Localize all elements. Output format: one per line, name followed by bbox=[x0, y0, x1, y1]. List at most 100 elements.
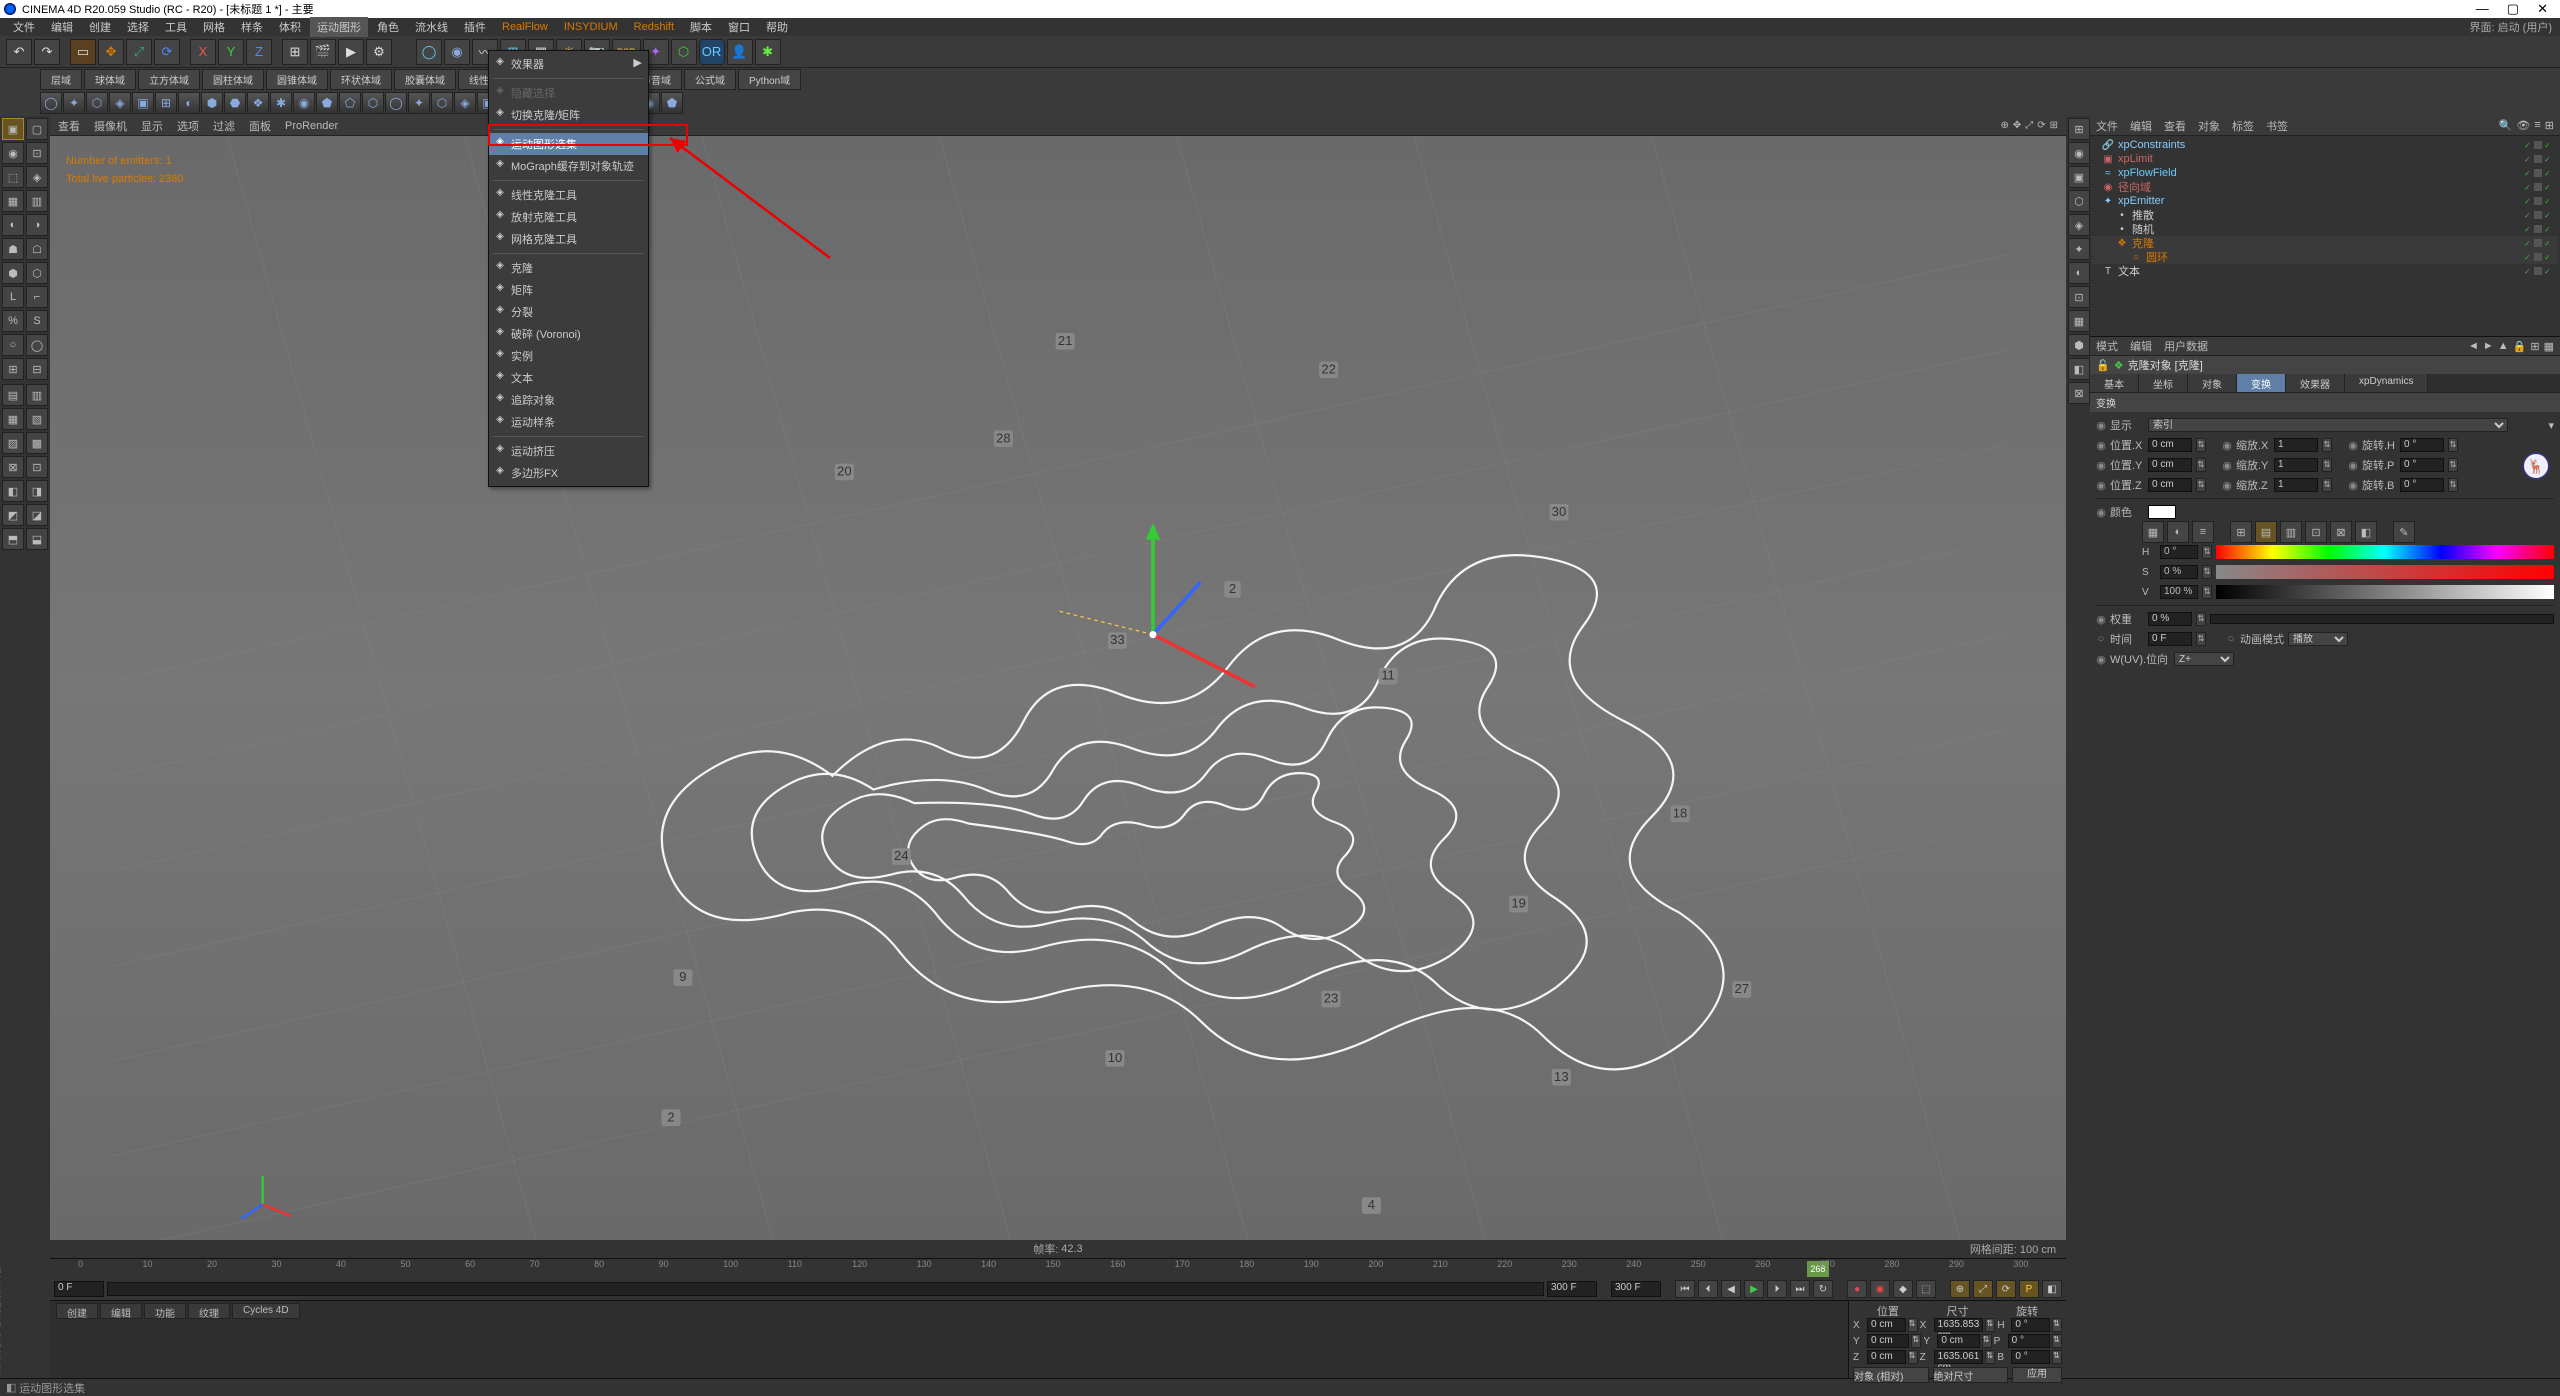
left-tool-1-0[interactable]: ◉ bbox=[2, 142, 24, 164]
xparticles-button[interactable]: ✱ bbox=[755, 39, 781, 65]
timeline-start-field[interactable]: 0 F bbox=[54, 1281, 104, 1297]
field-tab-圆锥体域[interactable]: 圆锥体域 bbox=[266, 69, 328, 90]
right-tool-strip[interactable]: ⊞◉▣⬡◈✦◐⊡▦⬢◧⊠ bbox=[2066, 116, 2090, 1378]
field-tab-公式域[interactable]: 公式域 bbox=[684, 69, 736, 90]
menu-item-文件[interactable]: 文件 bbox=[6, 17, 42, 37]
material-tab-编辑[interactable]: 编辑 bbox=[100, 1303, 142, 1319]
coord-size-X[interactable]: 1635.853 cm bbox=[1934, 1318, 1984, 1332]
viewport-menubar[interactable]: 查看摄像机显示选项过滤面板ProRender ⊕ ✥ ⤢ ⟳ ⊞ bbox=[50, 116, 2066, 136]
left-tool-14-0[interactable]: ▨ bbox=[2, 432, 24, 454]
shelf-icon-1[interactable]: ✦ bbox=[63, 92, 85, 114]
mograph-button[interactable]: ⬡ bbox=[671, 39, 697, 65]
pos-Y-spinner[interactable]: ⇅ bbox=[2196, 458, 2206, 472]
color-mode-btn-2[interactable]: ◐ bbox=[2167, 521, 2189, 543]
left-tool-14-1[interactable]: ▩ bbox=[26, 432, 48, 454]
left-tool-13-1[interactable]: ▧ bbox=[26, 408, 48, 430]
left-tool-4-0[interactable]: ◐ bbox=[2, 214, 24, 236]
viewport-menu-ProRender[interactable]: ProRender bbox=[285, 120, 338, 132]
am-menu-模式[interactable]: 模式 bbox=[2096, 338, 2118, 354]
viewport-layout-icon[interactable]: ⊞ bbox=[2050, 120, 2058, 131]
menu-item-放射克隆工具[interactable]: ◈放射克隆工具 bbox=[489, 206, 648, 228]
scale-Z-field[interactable]: 1 bbox=[2274, 478, 2318, 492]
scale-Y-spinner[interactable]: ⇅ bbox=[2322, 458, 2332, 472]
am-menu-用户数据[interactable]: 用户数据 bbox=[2164, 338, 2208, 354]
menu-item-运动样条[interactable]: ◈运动样条 bbox=[489, 411, 648, 433]
left-tool-palette[interactable]: ▣▢◉⊡⬚◈▦▥◐◑☗☖⬢⬡L⌐%S○◯⊞⊟▤▥▦▧▨▩⊠⊡◧◨◩◪⬒⬓ bbox=[0, 116, 50, 1378]
dropdown-arrow-icon[interactable]: ▾ bbox=[2548, 419, 2554, 432]
lock-icon[interactable]: 🔓 bbox=[2096, 359, 2110, 372]
menu-item-线性克隆工具[interactable]: ◈线性克隆工具 bbox=[489, 184, 648, 206]
render-settings-button[interactable]: ⚙ bbox=[366, 39, 392, 65]
object-visibility-dots[interactable]: ✓✓ bbox=[2524, 253, 2558, 261]
layout-menu[interactable]: 界面: 启动 (用户) bbox=[2470, 19, 2560, 35]
scale-Z-spinner[interactable]: ⇅ bbox=[2322, 478, 2332, 492]
viewport-move-icon[interactable]: ✥ bbox=[2013, 120, 2021, 131]
main-menubar[interactable]: 文件编辑创建选择工具网格样条体积运动图形角色流水线插件RealFlowINSYD… bbox=[0, 18, 2560, 36]
left-tool-1-1[interactable]: ⊡ bbox=[26, 142, 48, 164]
keysel-button[interactable]: ⬚ bbox=[1916, 1280, 1936, 1298]
left-tool-16-1[interactable]: ◨ bbox=[26, 480, 48, 502]
object-visibility-dots[interactable]: ✓✓ bbox=[2524, 267, 2558, 275]
object-visibility-dots[interactable]: ✓✓ bbox=[2524, 169, 2558, 177]
shelf-icon-27[interactable]: ⬟ bbox=[661, 92, 683, 114]
am-menu-编辑[interactable]: 编辑 bbox=[2130, 338, 2152, 354]
color-mode-btn-6[interactable]: ▥ bbox=[2280, 521, 2302, 543]
left-tool-13-0[interactable]: ▦ bbox=[2, 408, 24, 430]
left-tool-2-1[interactable]: ◈ bbox=[26, 166, 48, 188]
color-swatch[interactable] bbox=[2148, 505, 2176, 519]
left-tool-2-0[interactable]: ⬚ bbox=[2, 166, 24, 188]
render-view-button[interactable]: 🎬 bbox=[310, 39, 336, 65]
left-tool-0-1[interactable]: ▢ bbox=[26, 118, 48, 140]
menu-item-MoGraph缓存到对象轨迹[interactable]: ◈MoGraph缓存到对象轨迹 bbox=[489, 155, 648, 177]
shelf-icon-2[interactable]: ⬡ bbox=[86, 92, 108, 114]
attribute-manager-menubar[interactable]: 模式编辑用户数据 ◄ ► ▲ 🔒 ⊞ ▦ bbox=[2090, 336, 2560, 356]
shelf-icon-0[interactable]: ◯ bbox=[40, 92, 62, 114]
left-tool-5-0[interactable]: ☗ bbox=[2, 238, 24, 260]
viewport-menu-面板[interactable]: 面板 bbox=[249, 118, 271, 134]
viewport-menu-查看[interactable]: 查看 bbox=[58, 118, 80, 134]
field-tab-层域[interactable]: 层域 bbox=[40, 69, 82, 90]
left-tool-6-0[interactable]: ⬢ bbox=[2, 262, 24, 284]
object-row-克隆[interactable]: ❖克隆✓✓ bbox=[2092, 236, 2558, 250]
record-button[interactable]: ● bbox=[1847, 1280, 1867, 1298]
timeline-ruler[interactable]: 268 010203040506070809010011012013014015… bbox=[50, 1258, 2066, 1278]
menu-item-工具[interactable]: 工具 bbox=[158, 17, 194, 37]
shelf-icon-11[interactable]: ◉ bbox=[293, 92, 315, 114]
viewport-config-icon[interactable]: ⊕ bbox=[2000, 120, 2008, 131]
menu-item-破碎 (Voronoi)[interactable]: ◈破碎 (Voronoi) bbox=[489, 323, 648, 345]
display-select[interactable]: 索引 bbox=[2148, 418, 2508, 432]
menu-item-插件[interactable]: 插件 bbox=[457, 17, 493, 37]
val-value[interactable]: 100 % bbox=[2160, 585, 2198, 599]
menu-item-帮助[interactable]: 帮助 bbox=[759, 17, 795, 37]
field-tab-立方体域[interactable]: 立方体域 bbox=[138, 69, 200, 90]
coord-size-Y[interactable]: 0 cm bbox=[1937, 1334, 1979, 1348]
object-row-xpEmitter[interactable]: ✦xpEmitter✓✓ bbox=[2092, 194, 2558, 208]
om-menu-文件[interactable]: 文件 bbox=[2096, 118, 2118, 134]
object-row-xpLimit[interactable]: ▣xpLimit✓✓ bbox=[2092, 152, 2558, 166]
menu-item-脚本[interactable]: 脚本 bbox=[683, 17, 719, 37]
object-button[interactable]: ◉ bbox=[444, 39, 470, 65]
object-row-随机[interactable]: •随机✓✓ bbox=[2092, 222, 2558, 236]
color-mode-btn-9[interactable]: ◧ bbox=[2355, 521, 2377, 543]
rot-H-spinner[interactable]: ⇅ bbox=[2448, 438, 2458, 452]
left-tool-9-1[interactable]: ◯ bbox=[26, 334, 48, 356]
hue-slider[interactable] bbox=[2216, 545, 2554, 559]
left-tool-4-1[interactable]: ◑ bbox=[26, 214, 48, 236]
om-collapse-icon[interactable]: ≡ bbox=[2534, 119, 2540, 132]
coord-system-button[interactable]: ⊞ bbox=[282, 39, 308, 65]
field-tab-圆柱体域[interactable]: 圆柱体域 bbox=[202, 69, 264, 90]
menu-item-分裂[interactable]: ◈分裂 bbox=[489, 301, 648, 323]
shelf-icon-16[interactable]: ✦ bbox=[408, 92, 430, 114]
right-strip-btn-2[interactable]: ▣ bbox=[2068, 166, 2090, 188]
menu-item-创建[interactable]: 创建 bbox=[82, 17, 118, 37]
left-tool-15-0[interactable]: ⊠ bbox=[2, 456, 24, 478]
scale-Y-field[interactable]: 1 bbox=[2274, 458, 2318, 472]
coord-apply-button[interactable]: 应用 bbox=[2012, 1367, 2062, 1383]
eyedropper-icon[interactable]: ✎ bbox=[2393, 521, 2415, 543]
octane-button[interactable]: OR bbox=[699, 39, 725, 65]
object-manager-tree[interactable]: 🔗xpConstraints✓✓▣xpLimit✓✓≈xpFlowField✓✓… bbox=[2090, 136, 2560, 336]
step-back-button[interactable]: ⏴ bbox=[1698, 1280, 1718, 1298]
right-strip-btn-4[interactable]: ◈ bbox=[2068, 214, 2090, 236]
left-tool-0-0[interactable]: ▣ bbox=[2, 118, 24, 140]
menu-item-窗口[interactable]: 窗口 bbox=[721, 17, 757, 37]
